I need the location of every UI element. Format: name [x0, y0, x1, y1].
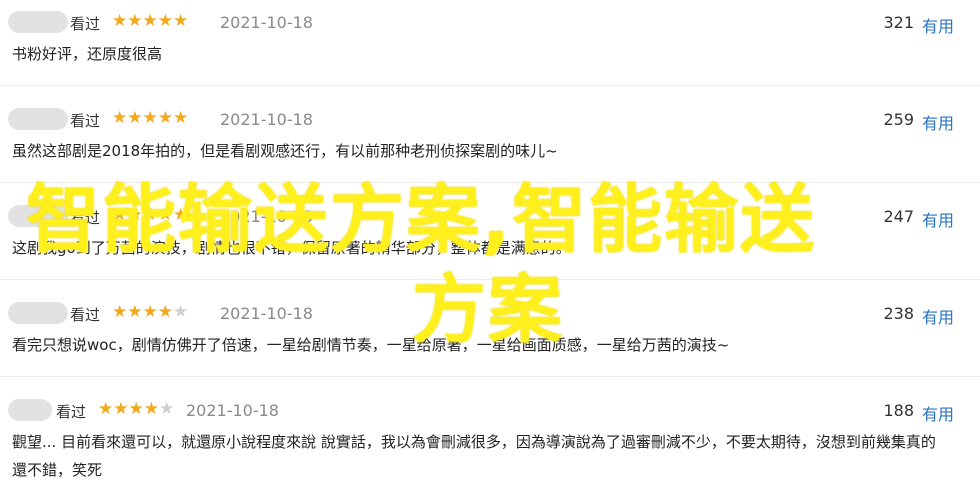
star-icon: ★: [112, 302, 128, 322]
review-date: 2021-10-18: [220, 207, 313, 226]
useful-count: 238: [883, 304, 914, 323]
watch-status: 看过: [70, 15, 101, 33]
useful-button[interactable]: 有用: [922, 110, 954, 134]
review-meta: 看过 ★★★★★ 2021-10-18 188 有用: [0, 398, 980, 424]
star-rating: ★★★★★: [112, 108, 188, 128]
review-meta: 看过 ★★★★★ 2021-10-18 321 有用: [0, 10, 980, 36]
review-date: 2021-10-18: [220, 13, 313, 32]
review-text: 书粉好评，还原度很高: [12, 45, 163, 63]
useful-count: 259: [883, 110, 914, 129]
star-empty-icon: ★: [159, 399, 175, 419]
star-icon: ★: [112, 11, 128, 31]
review-meta: 看过 ★★★★★ 2021-10-18 238 有用: [0, 301, 980, 327]
star-rating: ★★★★★: [98, 399, 174, 419]
star-icon: ★: [157, 11, 173, 31]
star-icon: ★: [157, 205, 173, 225]
star-icon: ★: [142, 302, 158, 322]
star-icon: ★: [98, 399, 114, 419]
avatar[interactable]: [8, 205, 68, 227]
star-empty-icon: ★: [173, 302, 189, 322]
star-icon: ★: [143, 399, 159, 419]
star-icon: ★: [173, 205, 189, 225]
star-icon: ★: [112, 205, 128, 225]
review-item: 看过 ★★★★★ 2021-10-18 238 有用 看完只想说woc，剧情仿佛…: [0, 291, 980, 377]
useful-button[interactable]: 有用: [922, 304, 954, 328]
star-icon: ★: [142, 108, 158, 128]
star-icon: ★: [157, 108, 173, 128]
star-icon: ★: [173, 108, 189, 128]
useful-button[interactable]: 有用: [922, 13, 954, 37]
divider: [0, 182, 980, 183]
star-rating: ★★★★★: [112, 205, 188, 225]
star-rating: ★★★★★: [112, 302, 188, 322]
watch-status: 看过: [70, 209, 101, 227]
review-item: 看过 ★★★★★ 2021-10-18 321 有用 书粉好评，还原度很高: [0, 0, 980, 86]
review-date: 2021-10-18: [186, 401, 279, 420]
review-text: 这剧我go到了万茜的演技，剧情也很不错，保留原著的精华部分，整体都是满意的。: [12, 239, 571, 257]
review-date: 2021-10-18: [220, 304, 313, 323]
star-icon: ★: [113, 399, 129, 419]
review-meta: 看过 ★★★★★ 2021-10-18 259 有用: [0, 107, 980, 133]
divider: [0, 376, 980, 377]
review-item: 看过 ★★★★★ 2021-10-18 259 有用 虽然这部剧是2018年拍的…: [0, 97, 980, 183]
review-text: 看完只想说woc，剧情仿佛开了倍速，一星给剧情节奏，一星给原著，一星给画面质感，…: [12, 336, 730, 354]
divider: [0, 85, 980, 86]
useful-button[interactable]: 有用: [922, 401, 954, 425]
star-icon: ★: [142, 11, 158, 31]
star-icon: ★: [128, 399, 144, 419]
star-icon: ★: [142, 205, 158, 225]
useful-button[interactable]: 有用: [922, 207, 954, 231]
review-text: 觀望... 目前看來還可以，就還原小說程度來說 說實話，我以為會刪減很多，因為導…: [12, 433, 936, 479]
star-icon: ★: [127, 302, 143, 322]
review-meta: 看过 ★★★★★ 2021-10-18 247 有用: [0, 204, 980, 230]
star-icon: ★: [127, 11, 143, 31]
avatar[interactable]: [8, 302, 68, 324]
avatar[interactable]: [8, 108, 68, 130]
watch-status: 看过: [70, 112, 101, 130]
star-icon: ★: [112, 108, 128, 128]
star-icon: ★: [127, 108, 143, 128]
divider: [0, 279, 980, 280]
useful-count: 188: [883, 401, 914, 420]
useful-count: 247: [883, 207, 914, 226]
watch-status: 看过: [56, 403, 87, 421]
avatar[interactable]: [8, 11, 68, 33]
review-date: 2021-10-18: [220, 110, 313, 129]
review-item: 看过 ★★★★★ 2021-10-18 188 有用 觀望... 目前看來還可以…: [0, 388, 980, 482]
star-icon: ★: [127, 205, 143, 225]
star-icon: ★: [157, 302, 173, 322]
review-item: 看过 ★★★★★ 2021-10-18 247 有用 这剧我go到了万茜的演技，…: [0, 194, 980, 280]
avatar[interactable]: [8, 399, 52, 421]
useful-count: 321: [883, 13, 914, 32]
star-rating: ★★★★★: [112, 11, 188, 31]
watch-status: 看过: [70, 306, 101, 324]
star-icon: ★: [173, 11, 189, 31]
review-text: 虽然这部剧是2018年拍的，但是看剧观感还行，有以前那种老刑侦探案剧的味儿~: [12, 142, 558, 160]
